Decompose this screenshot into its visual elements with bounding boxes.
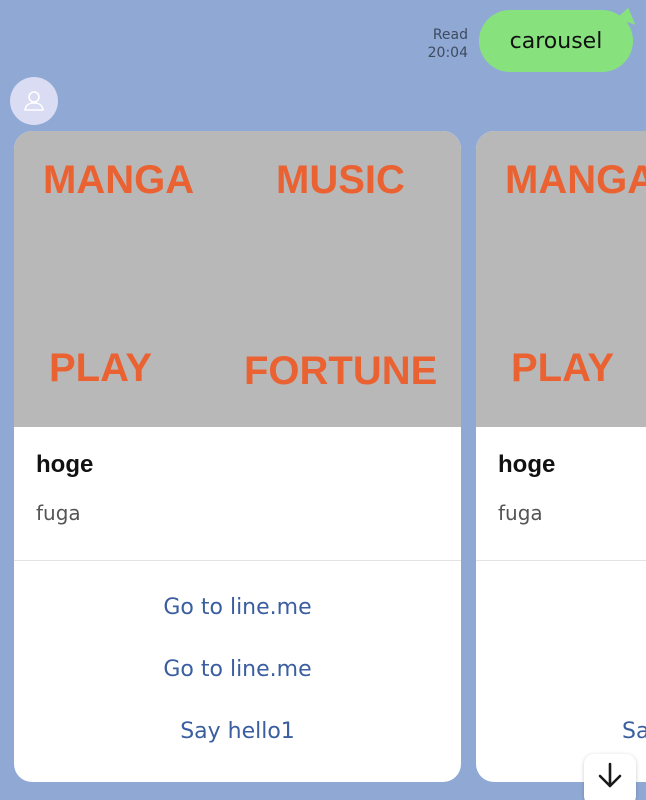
- card-title: hoge: [498, 451, 556, 478]
- chat-room: Read 20:04 carousel MANGA MUSIC PLAY FOR…: [0, 0, 646, 800]
- hero-word-manga: MANGA: [505, 158, 646, 202]
- card-title: hoge: [36, 451, 94, 478]
- carousel-card[interactable]: MANGA PLAY hoge fuga Sa: [476, 131, 646, 782]
- hero-image[interactable]: MANGA MUSIC PLAY FORTUNE: [14, 131, 461, 427]
- action-go-to-line-button-2[interactable]: Go to line.me: [14, 651, 461, 713]
- action-go-to-line-button[interactable]: Go to line.me: [14, 589, 461, 651]
- hero-word-music: MUSIC: [276, 158, 405, 202]
- carousel-card[interactable]: MANGA MUSIC PLAY FORTUNE hoge fuga Go to…: [14, 131, 461, 782]
- hero-word-play: PLAY: [511, 346, 615, 390]
- hero-word-play: PLAY: [49, 346, 153, 390]
- card-actions: Sa: [476, 561, 646, 775]
- outgoing-message-bubble[interactable]: carousel: [479, 10, 633, 72]
- action-say-hello-button[interactable]: Say hello1: [14, 713, 461, 775]
- message-time: 20:04: [427, 45, 468, 61]
- card-text: fuga: [36, 501, 81, 525]
- arrow-down-icon: [598, 762, 622, 788]
- read-receipt: Read: [432, 27, 468, 43]
- bot-avatar[interactable]: [10, 77, 58, 125]
- card-actions: Go to line.me Go to line.me Say hello1: [14, 561, 461, 775]
- hero-word-manga: MANGA: [43, 158, 195, 202]
- hero-word-fortune: FORTUNE: [244, 349, 438, 393]
- hero-image[interactable]: MANGA PLAY: [476, 131, 646, 427]
- card-text: fuga: [498, 501, 543, 525]
- card-body: hoge fuga: [14, 427, 461, 561]
- scroll-down-button[interactable]: [584, 754, 636, 800]
- carousel[interactable]: MANGA MUSIC PLAY FORTUNE hoge fuga Go to…: [14, 131, 646, 782]
- message-meta: Read 20:04: [428, 26, 468, 62]
- card-body: hoge fuga: [476, 427, 646, 561]
- user-icon: [24, 91, 44, 111]
